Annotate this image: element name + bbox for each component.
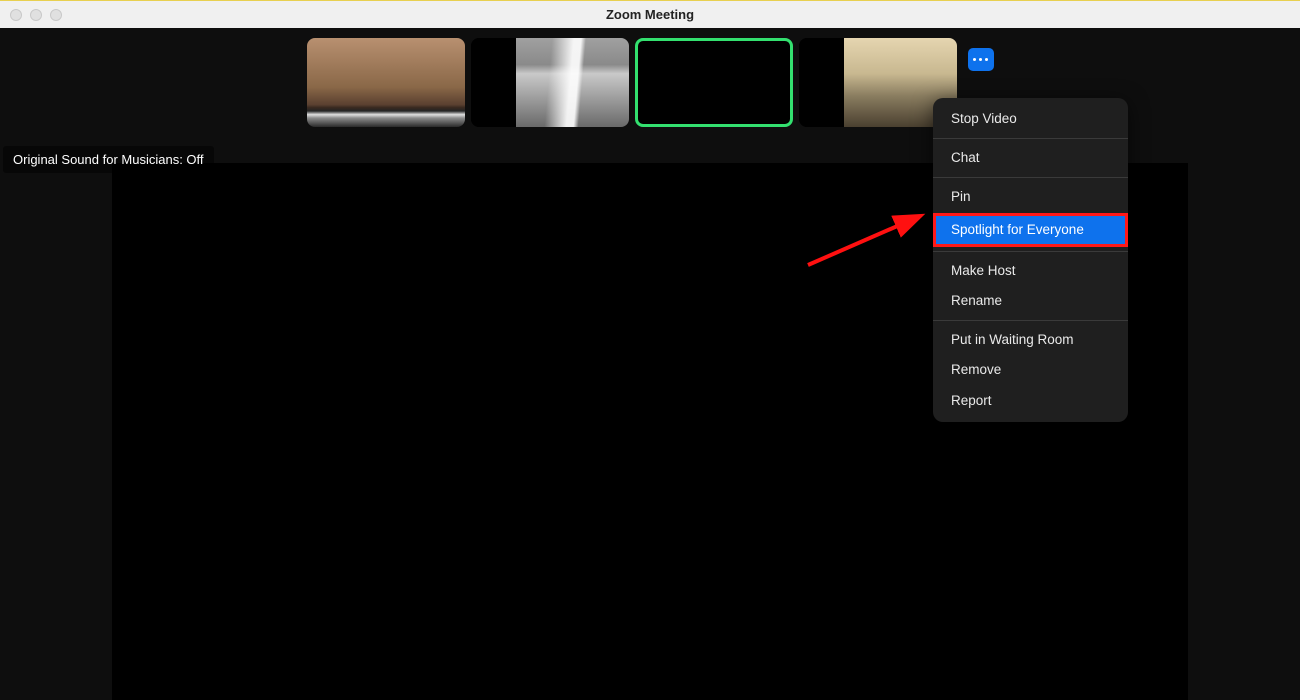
participant-thumbnail[interactable] [471, 38, 629, 127]
menu-divider [933, 138, 1128, 139]
menu-item-waiting-room[interactable]: Put in Waiting Room [933, 325, 1128, 355]
menu-item-rename[interactable]: Rename [933, 286, 1128, 316]
menu-divider [933, 177, 1128, 178]
meeting-content: Original Sound for Musicians: Off Stop V… [0, 28, 1300, 700]
window-controls [10, 9, 62, 21]
participant-video-preview [307, 38, 465, 127]
participant-thumbnail-active[interactable] [635, 38, 793, 127]
ellipsis-icon [973, 58, 988, 61]
menu-item-pin[interactable]: Pin [933, 182, 1128, 212]
menu-item-stop-video[interactable]: Stop Video [933, 104, 1128, 134]
window-titlebar: Zoom Meeting [0, 0, 1300, 28]
menu-item-spotlight-everyone[interactable]: Spotlight for Everyone [933, 213, 1128, 247]
participant-video-blank [471, 38, 516, 127]
menu-item-remove[interactable]: Remove [933, 355, 1128, 385]
participant-thumbnail[interactable] [307, 38, 465, 127]
menu-divider [933, 251, 1128, 252]
menu-item-report[interactable]: Report [933, 386, 1128, 416]
menu-item-make-host[interactable]: Make Host [933, 256, 1128, 286]
menu-item-chat[interactable]: Chat [933, 143, 1128, 173]
participant-video-blank [799, 38, 844, 127]
participant-context-menu: Stop Video Chat Pin Spotlight for Everyo… [933, 98, 1128, 422]
more-options-button[interactable] [968, 48, 994, 71]
maximize-window-button[interactable] [50, 9, 62, 21]
minimize-window-button[interactable] [30, 9, 42, 21]
participant-video-preview [516, 38, 629, 127]
original-sound-toggle[interactable]: Original Sound for Musicians: Off [3, 146, 214, 173]
menu-divider [933, 320, 1128, 321]
close-window-button[interactable] [10, 9, 22, 21]
window-title: Zoom Meeting [0, 7, 1300, 22]
